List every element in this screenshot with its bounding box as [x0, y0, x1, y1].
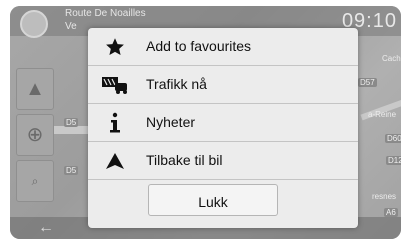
menu-item-news[interactable]: Nyheter [88, 104, 358, 142]
traffic-icon [100, 71, 130, 98]
options-menu-dialog: Add to favourites Trafikk nå Nyheter Til… [88, 28, 358, 228]
back-arrow-icon[interactable]: ← [38, 219, 54, 237]
view-mode-button[interactable]: ▲ [16, 68, 54, 110]
map-road-label: D12 [386, 156, 401, 165]
map-road-label: D60 [385, 134, 401, 143]
menu-item-traffic[interactable]: Trafikk nå [88, 66, 358, 104]
navigation-arrow-icon [100, 147, 130, 174]
menu-item-label: Tilbake til bil [146, 152, 223, 168]
map-road-label: D57 [358, 78, 377, 87]
menu-item-label: Add to favourites [146, 38, 252, 54]
map-place-label: resnes [372, 192, 397, 201]
map-place-label: a-Reine [368, 110, 397, 119]
info-icon [100, 109, 130, 136]
menu-item-back-to-car[interactable]: Tilbake til bil [88, 142, 358, 180]
current-street-continued: Ve [65, 21, 77, 32]
map-road-label: D5 [64, 166, 79, 175]
search-icon: ⌕ [31, 174, 39, 188]
menu-item-label: Trafikk nå [146, 76, 207, 92]
dialog-footer: Lukk [88, 180, 358, 228]
navigation-arrow-icon: ▲ [25, 78, 45, 100]
map-road-label: A6 [384, 208, 398, 217]
current-street: Route De Noailles [65, 8, 146, 19]
close-button[interactable]: Lukk [148, 184, 278, 216]
zoom-icon: ⊕ [26, 124, 44, 146]
menu-item-label: Nyheter [146, 114, 196, 130]
map-place-label: Cache [382, 54, 401, 63]
search-button[interactable]: ⌕ [16, 160, 54, 202]
menu-item-add-to-favourites[interactable]: Add to favourites [88, 28, 358, 66]
star-icon [100, 33, 130, 60]
zoom-button[interactable]: ⊕ [16, 114, 54, 156]
map-road-label: D5 [64, 118, 79, 127]
compass-button[interactable] [20, 10, 48, 38]
